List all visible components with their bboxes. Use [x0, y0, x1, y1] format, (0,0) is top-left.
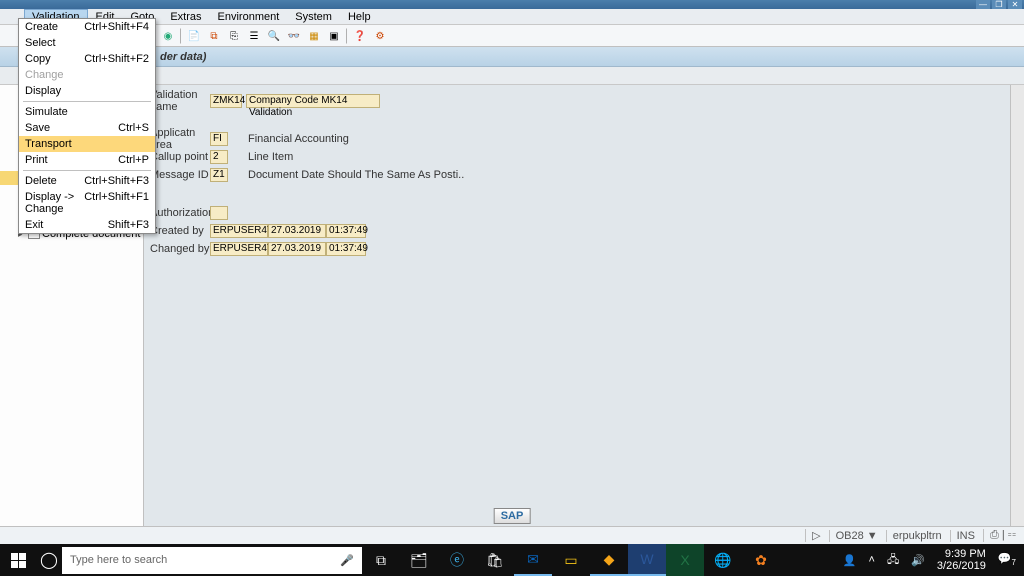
system-tray: 👤 ˄ 🖧 🔊 9:39 PM3/26/2019 💬7 [843, 548, 1024, 572]
find-icon[interactable]: 🔍 [266, 28, 282, 44]
fld-changed-user: ERPUSER478 [210, 242, 268, 256]
fld-validation-desc[interactable]: Company Code MK14 Validation [246, 94, 380, 108]
status-session[interactable]: ▷ [805, 529, 820, 542]
fld-validation-code[interactable]: ZMK14 [210, 94, 242, 108]
fld-app-area[interactable]: FI [210, 132, 228, 146]
menu-item-display[interactable]: Display [19, 83, 155, 99]
lbl-app-area: Applicatn area [150, 127, 210, 151]
fld-callup[interactable]: 2 [210, 150, 228, 164]
fld-created-user: ERPUSER478 [210, 224, 268, 238]
windows-taskbar: ◯ Type here to search🎤 ⧉ 🗂 ⓔ 🛍 ✉ ▭ ◆ W X… [0, 544, 1024, 576]
fld-auth[interactable] [210, 206, 228, 220]
window-maximize[interactable]: ❐ [992, 0, 1006, 9]
tray-net-icon[interactable]: 🖧 [887, 551, 899, 570]
status-client[interactable]: OB28 ▼ [829, 530, 878, 542]
fld-changed-time: 01:37:49 [326, 242, 366, 256]
sticky-icon[interactable]: ▭ [552, 544, 590, 576]
tray-vol-icon[interactable]: 🔊 [911, 554, 925, 567]
menu-item-change: Change [19, 67, 155, 83]
content-area: Validation name ZMK14 Company Code MK14 … [144, 85, 1024, 526]
start-button[interactable] [0, 544, 36, 576]
tree-icon[interactable]: ☰ [246, 28, 262, 44]
menu-help[interactable]: Help [340, 9, 379, 25]
lbl-created: Created by [150, 225, 210, 237]
gotomeeting-icon[interactable]: ✿ [742, 544, 780, 576]
window-close[interactable]: ✕ [1008, 0, 1022, 9]
menu-item-save[interactable]: SaveCtrl+S [19, 120, 155, 136]
outlook-icon[interactable]: ✉ [514, 544, 552, 576]
doc-icon[interactable]: 📄 [186, 28, 202, 44]
lbl-changed: Changed by [150, 243, 210, 255]
scrollbar-vertical[interactable] [1010, 85, 1024, 526]
status-bar: ▷ OB28 ▼ erpukpltrn INS ⎙ | ⚏ [0, 526, 1024, 544]
lbl-auth: Authorization [150, 207, 210, 219]
display-icon[interactable]: 👓 [286, 28, 302, 44]
word-icon[interactable]: W [628, 544, 666, 576]
validation-dropdown: CreateCtrl+Shift+F4SelectCopyCtrl+Shift+… [18, 18, 156, 234]
save-icon[interactable]: ◉ [160, 28, 176, 44]
txt-callup: Line Item [248, 151, 293, 163]
fld-created-date: 27.03.2019 [268, 224, 326, 238]
fld-changed-date: 27.03.2019 [268, 242, 326, 256]
action-center-icon[interactable]: 💬7 [998, 552, 1016, 567]
menu-item-delete[interactable]: DeleteCtrl+Shift+F3 [19, 173, 155, 189]
menu-item-copy[interactable]: CopyCtrl+Shift+F2 [19, 51, 155, 67]
menu-item-select[interactable]: Select [19, 35, 155, 51]
menu-item-transport[interactable]: Transport [19, 136, 155, 152]
lbl-msgid: Message ID [150, 169, 210, 181]
status-mode: INS [950, 530, 975, 542]
new-icon[interactable]: ▣ [326, 28, 342, 44]
menu-extras[interactable]: Extras [162, 9, 209, 25]
txt-app-area: Financial Accounting [248, 133, 349, 145]
menu-system[interactable]: System [287, 9, 340, 25]
file-explorer-icon[interactable]: 🗂 [400, 544, 438, 576]
fld-created-time: 01:37:49 [326, 224, 366, 238]
menu-environment[interactable]: Environment [210, 9, 288, 25]
lbl-callup: Callup point [150, 151, 210, 163]
status-server: erpukpltrn [886, 530, 942, 542]
settings-icon[interactable]: ⚙ [372, 28, 388, 44]
menu-item-exit[interactable]: ExitShift+F3 [19, 217, 155, 233]
sap-taskbar-icon[interactable]: ◆ [590, 544, 628, 576]
separator [346, 28, 348, 44]
menu-item-print[interactable]: PrintCtrl+P [19, 152, 155, 168]
cortana-icon[interactable]: ◯ [36, 550, 62, 570]
people-icon[interactable]: 👤 [843, 554, 857, 567]
taskbar-clock[interactable]: 9:39 PM3/26/2019 [937, 548, 986, 572]
excel-icon[interactable]: X [666, 544, 704, 576]
window-minimize[interactable]: — [976, 0, 990, 9]
separator [180, 28, 182, 44]
txt-msgid: Document Date Should The Same As Posti.. [248, 169, 464, 181]
menu-item-display-change[interactable]: Display -> ChangeCtrl+Shift+F1 [19, 189, 155, 217]
status-extra[interactable]: ⎙ | ⚏ [983, 529, 1016, 542]
menu-item-create[interactable]: CreateCtrl+Shift+F4 [19, 19, 155, 35]
tray-chevron-icon[interactable]: ˄ [869, 554, 875, 566]
lbl-validation-name: Validation name [150, 89, 210, 113]
clip-icon[interactable]: ⎘ [226, 28, 242, 44]
fld-msgid[interactable]: Z1 [210, 168, 228, 182]
task-view-icon[interactable]: ⧉ [362, 544, 400, 576]
search-input[interactable]: Type here to search🎤 [62, 547, 362, 574]
chrome-icon[interactable]: 🌐 [704, 544, 742, 576]
menu-item-simulate[interactable]: Simulate [19, 104, 155, 120]
layout-icon[interactable]: ▦ [306, 28, 322, 44]
edge-icon[interactable]: ⓔ [438, 544, 476, 576]
code-icon[interactable]: ⧉ [206, 28, 222, 44]
sap-logo: SAP [494, 508, 531, 524]
help-icon[interactable]: ❓ [352, 28, 368, 44]
store-icon[interactable]: 🛍 [476, 544, 514, 576]
